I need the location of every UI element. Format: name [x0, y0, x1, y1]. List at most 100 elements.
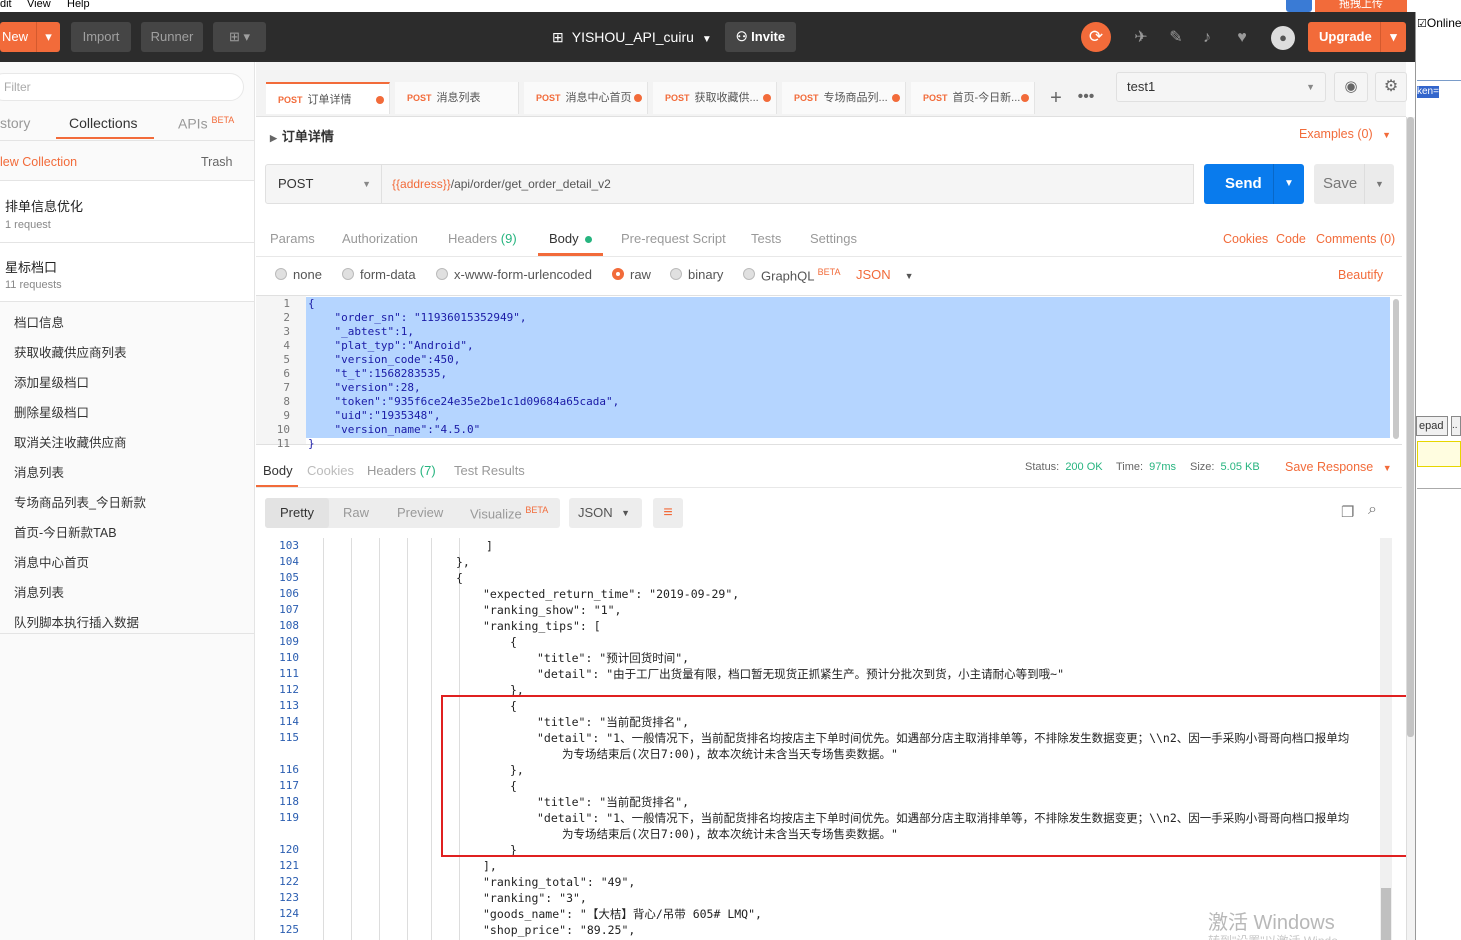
- unsaved-dot: [892, 94, 900, 102]
- response-tab-body[interactable]: Body: [263, 463, 293, 478]
- more-button[interactable]: ..: [1451, 416, 1461, 436]
- collection-item[interactable]: 星标档口 11 requests: [0, 242, 254, 302]
- radio-binary[interactable]: [670, 268, 682, 280]
- notepad-button[interactable]: epad: [1416, 416, 1448, 436]
- chevron-down-icon[interactable]: ▾: [1380, 22, 1406, 52]
- tab-label: 首页-今日新...: [952, 92, 1021, 104]
- new-collection-button[interactable]: lew Collection: [0, 155, 77, 169]
- bell-icon[interactable]: ♪: [1198, 29, 1216, 47]
- response-tab-tests[interactable]: Test Results: [454, 463, 525, 478]
- gear-icon[interactable]: ⚙: [1375, 72, 1407, 102]
- tab-favorite-suppliers[interactable]: POST 获取收藏供...: [653, 82, 777, 114]
- request-item[interactable]: 取消关注收藏供应商: [14, 432, 127, 451]
- filter-input[interactable]: Filter: [0, 73, 244, 101]
- copy-icon[interactable]: ❐: [1341, 503, 1354, 521]
- view-raw[interactable]: Raw: [343, 505, 369, 520]
- avatar[interactable]: ●: [1271, 26, 1295, 50]
- response-format-select[interactable]: JSON ▼: [569, 498, 642, 528]
- radio-raw[interactable]: [612, 268, 624, 280]
- wrench-icon[interactable]: ✎: [1167, 29, 1185, 47]
- save-button[interactable]: Save ▼: [1314, 164, 1394, 204]
- wrap-lines-icon[interactable]: ≡: [653, 498, 683, 528]
- more-icon[interactable]: •••: [1072, 86, 1100, 110]
- new-dropdown-icon[interactable]: ▾: [36, 22, 60, 52]
- tab-authorization[interactable]: Authorization: [342, 231, 418, 246]
- request-item[interactable]: 档口信息: [14, 312, 64, 331]
- scrollbar[interactable]: [1381, 888, 1391, 940]
- chevron-down-icon[interactable]: ▼: [1273, 164, 1304, 204]
- heart-icon[interactable]: ♥: [1233, 29, 1251, 47]
- new-button[interactable]: New ▾: [0, 22, 60, 52]
- tab-order-detail[interactable]: POST 订单详情: [266, 82, 390, 114]
- request-item[interactable]: 消息中心首页: [14, 552, 89, 571]
- request-item[interactable]: 获取收藏供应商列表: [14, 342, 127, 361]
- eye-icon[interactable]: ◉: [1334, 72, 1368, 102]
- send-button[interactable]: Send ▼: [1204, 164, 1304, 204]
- tab-message-center[interactable]: POST 消息中心首页: [524, 82, 648, 114]
- request-item[interactable]: 专场商品列表_今日新款: [14, 492, 146, 511]
- search-icon[interactable]: ⌕: [1368, 501, 1377, 519]
- radio-form-data[interactable]: [342, 268, 354, 280]
- menu-view[interactable]: View: [27, 0, 51, 10]
- collection-item[interactable]: 排单信息优化 1 request: [0, 180, 254, 242]
- tab-headers[interactable]: Headers (9): [448, 231, 517, 246]
- tab-collections[interactable]: Collections: [69, 115, 137, 131]
- add-tab-icon[interactable]: +: [1042, 86, 1070, 110]
- request-item[interactable]: 添加星级档口: [14, 372, 89, 391]
- examples-button[interactable]: Examples (0) ▼: [1299, 127, 1391, 141]
- tab-tests[interactable]: Tests: [751, 231, 781, 246]
- request-item[interactable]: 队列脚本执行插入数据: [14, 612, 139, 631]
- menu-help[interactable]: Help: [67, 0, 90, 10]
- tab-message-list[interactable]: POST 消息列表: [395, 82, 519, 114]
- upgrade-button[interactable]: Upgrade ▾: [1308, 22, 1406, 52]
- request-item[interactable]: 首页-今日新款TAB: [14, 522, 117, 541]
- tab-history[interactable]: story: [0, 115, 30, 131]
- tab-home-new[interactable]: POST 首页-今日新...: [911, 82, 1035, 114]
- scrollbar[interactable]: [1393, 299, 1399, 439]
- workspace-selector[interactable]: ⊞ YISHOU_API_cuiru ▼: [552, 29, 712, 46]
- response-tab-headers[interactable]: Headers (7): [367, 463, 436, 478]
- code-line: "ranking_total": "49",: [483, 875, 636, 889]
- tab-apis[interactable]: APIs BETA: [178, 115, 234, 132]
- tab-settings[interactable]: Settings: [810, 231, 857, 246]
- sync-icon[interactable]: ⟳: [1081, 22, 1111, 52]
- tab-special-goods[interactable]: POST 专场商品列...: [782, 82, 906, 114]
- request-body-editor[interactable]: 1 {2 "order_sn": "11936015352949", 3 "_abt…: [256, 295, 1402, 450]
- view-pretty[interactable]: Pretty: [265, 498, 329, 528]
- request-item[interactable]: 消息列表: [14, 462, 64, 481]
- request-item[interactable]: 消息列表: [14, 582, 64, 601]
- url-input[interactable]: {{address}}/api/order/get_order_detail_v…: [381, 164, 1194, 204]
- runner-button[interactable]: Runner: [141, 22, 203, 52]
- trash-button[interactable]: Trash: [201, 155, 233, 169]
- comments-link[interactable]: Comments (0): [1316, 232, 1395, 246]
- satellite-icon[interactable]: ✈: [1132, 29, 1150, 47]
- format-select[interactable]: JSON ▼: [856, 267, 914, 282]
- request-item[interactable]: 删除星级档口: [14, 402, 89, 421]
- invite-button[interactable]: ⚇ Invite: [725, 22, 796, 52]
- chevron-down-icon[interactable]: ▼: [1364, 164, 1394, 204]
- window-scrollbar[interactable]: [1407, 117, 1414, 737]
- upload-button[interactable]: 拖拽上传: [1315, 0, 1407, 12]
- infinity-icon[interactable]: [1286, 0, 1312, 12]
- tab-params[interactable]: Params: [270, 231, 315, 246]
- view-visualize[interactable]: Visualize BETA: [470, 505, 548, 521]
- tab-body[interactable]: Body: [549, 231, 593, 246]
- radio-graphql[interactable]: [743, 268, 755, 280]
- response-tab-cookies[interactable]: Cookies: [307, 463, 354, 478]
- code-line: ]: [486, 539, 493, 553]
- import-button[interactable]: Import: [71, 22, 131, 52]
- annotation-box: [441, 695, 1422, 857]
- radio-urlencoded[interactable]: [436, 268, 448, 280]
- cookies-link[interactable]: Cookies: [1223, 232, 1268, 246]
- method-select[interactable]: POST ▼: [265, 164, 382, 204]
- menu-edit[interactable]: dit: [0, 0, 12, 10]
- code-link[interactable]: Code: [1276, 232, 1306, 246]
- radio-none[interactable]: [275, 268, 287, 280]
- new-window-button[interactable]: ⊞ ▾: [213, 22, 266, 52]
- beautify-button[interactable]: Beautify: [1338, 268, 1383, 282]
- environment-select[interactable]: test1 ▼: [1116, 72, 1326, 102]
- tab-prerequest[interactable]: Pre-request Script: [621, 231, 726, 246]
- view-preview[interactable]: Preview: [397, 505, 443, 520]
- save-response-button[interactable]: Save Response ▼: [1285, 460, 1392, 474]
- request-title[interactable]: ▶ 订单详情: [270, 126, 334, 145]
